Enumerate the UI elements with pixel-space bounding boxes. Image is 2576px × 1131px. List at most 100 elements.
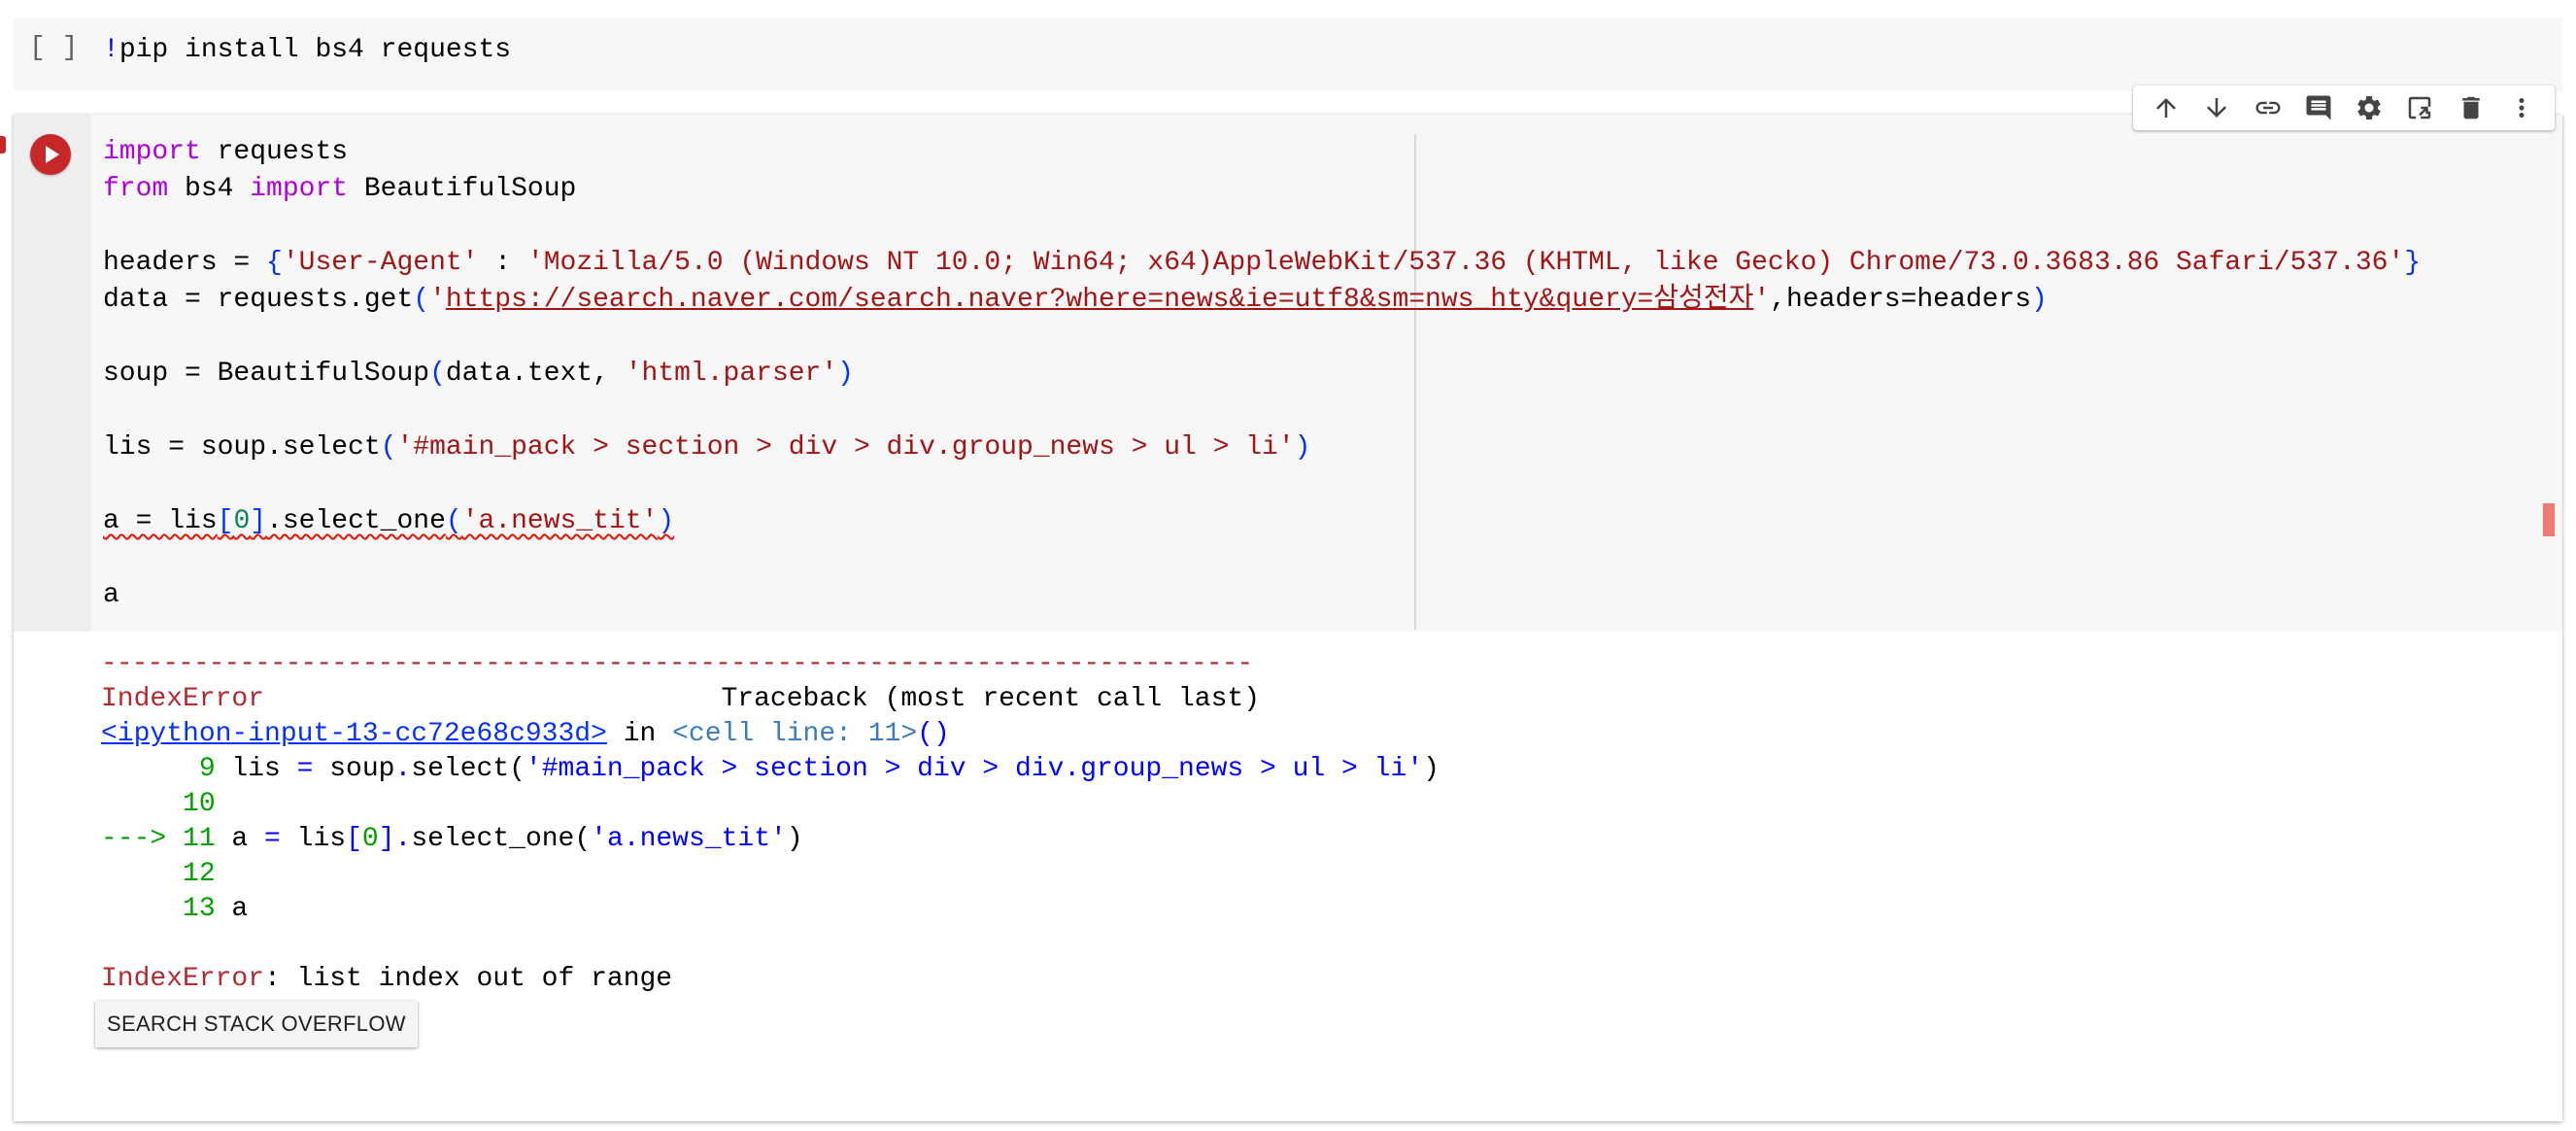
more-actions-button[interactable] (2502, 88, 2541, 127)
brace: { (266, 248, 283, 278)
tb-code: lis (215, 754, 297, 784)
cell-1-code[interactable]: !pip install bs4 requests (103, 35, 511, 65)
play-icon (46, 146, 59, 163)
line-number: 13 (101, 894, 216, 924)
string: 'User-Agent' (282, 248, 479, 278)
delete-cell-button[interactable] (2452, 88, 2491, 127)
tb-code: a (215, 894, 249, 924)
cell-prompt[interactable]: [ ] (29, 33, 78, 63)
error-flag (0, 136, 6, 154)
tb-code: lis (280, 824, 347, 854)
code-line-1: import requests (103, 134, 2421, 171)
keyword: from (103, 174, 169, 204)
more-vert-icon (2519, 98, 2525, 118)
error-arrow: ---> 11 (101, 824, 216, 854)
mirror-icon (2409, 96, 2431, 120)
traceback-location: <ipython-input-13-cc72e68c933d> in <cell… (101, 717, 1440, 752)
error-message: IndexError: list index out of range (101, 962, 1440, 997)
traceback-title: Traceback (most recent call last) (264, 684, 1261, 714)
move-down-button[interactable] (2197, 88, 2236, 127)
add-comment-button[interactable] (2299, 88, 2338, 127)
ipython-input-link[interactable]: <ipython-input-13-cc72e68c933d> (101, 719, 607, 749)
url-string[interactable]: https://search.naver.com/search.naver?wh… (446, 285, 1753, 315)
tb-code: ) (1423, 754, 1440, 784)
code-text: BeautifulSoup (348, 174, 577, 204)
run-cell-button[interactable] (30, 134, 71, 175)
paren: ) (658, 506, 675, 536)
cell-gutter (14, 115, 91, 632)
traceback-blank (101, 927, 1440, 962)
bracket: ] (250, 506, 267, 536)
paren: ) (837, 359, 854, 389)
paren: ( (429, 359, 446, 389)
search-stack-overflow-button[interactable]: SEARCH STACK OVERFLOW (95, 1001, 418, 1047)
bracket: [ (217, 506, 234, 536)
tb-number: 0 (361, 824, 379, 854)
code-text: data.text, (445, 359, 626, 389)
cell-output: ----------------------------------------… (101, 647, 1440, 997)
code-text: bs4 (168, 174, 251, 204)
code-text: lis = soup.select (103, 432, 381, 463)
tb-code: soup (313, 754, 395, 784)
brace: } (2404, 248, 2422, 278)
code-line-2: from bs4 import BeautifulSoup (103, 171, 2421, 208)
number: 0 (233, 506, 251, 536)
traceback-header: IndexError Traceback (most recent call l… (101, 682, 1440, 717)
traceback-line-12: 12 (101, 857, 1440, 892)
error-underlined-code: a = lis[0].select_one('a.news_tit') (103, 506, 674, 536)
tb-operator: = (264, 824, 281, 854)
line-number: 9 (101, 754, 216, 784)
link-icon (2255, 101, 2281, 115)
tb-code: select( (411, 754, 525, 784)
tb-string: 'a.news_tit' (591, 824, 787, 854)
code-text: a (103, 580, 119, 610)
tb-operator: . (394, 754, 412, 784)
arrow-up-icon (2156, 98, 2177, 118)
code-text: .select_one (266, 506, 446, 536)
keyword: import (250, 174, 349, 204)
pip-command: pip install bs4 requests (119, 35, 512, 65)
arrow-down-icon (2207, 98, 2227, 118)
comment-icon (2306, 95, 2331, 120)
string: 'a.news_tit' (461, 506, 659, 536)
move-up-button[interactable] (2147, 88, 2186, 127)
trash-icon (2461, 96, 2480, 120)
paren: ) (2031, 285, 2048, 315)
code-text: soup = BeautifulSoup (103, 359, 430, 389)
code-line-5: data = requests.get('https://search.nave… (103, 282, 2421, 319)
code-editor[interactable]: import requests from bs4 import Beautifu… (103, 134, 2421, 614)
code-text: a = lis (103, 506, 218, 536)
code-text: ,headers=headers (1770, 285, 2031, 315)
cell-line-ref: <cell line: 11> (672, 719, 918, 749)
code-cell-1[interactable]: [ ] !pip install bs4 requests (14, 17, 2562, 91)
mirror-cell-button[interactable] (2400, 88, 2439, 127)
code-cell-2[interactable]: import requests from bs4 import Beautifu… (0, 115, 2562, 1121)
error-scroll-marker (2543, 503, 2555, 536)
traceback-separator: ----------------------------------------… (101, 649, 1253, 679)
tb-code: a (215, 824, 265, 854)
traceback-line-10: 10 (101, 787, 1440, 822)
error-name: IndexError (101, 964, 265, 994)
string: '#main_pack > section > div > div.group_… (396, 432, 1295, 463)
keyword: import (103, 137, 201, 167)
traceback-line-13: 13 a (101, 892, 1440, 927)
code-text: : (478, 248, 527, 278)
error-text: : list index out of range (264, 964, 673, 994)
cell-toolbar (2133, 86, 2555, 130)
string-quote: ' (429, 285, 446, 315)
cell-settings-button[interactable] (2350, 88, 2389, 127)
copy-link-button[interactable] (2249, 88, 2288, 127)
code-text: data = requests.get (103, 285, 414, 315)
code-line-4: headers = {'User-Agent' : 'Mozilla/5.0 (… (103, 245, 2421, 282)
tb-operator: [ (346, 824, 362, 854)
tb-operator: = (296, 754, 314, 784)
traceback-line-9: 9 lis = soup.select('#main_pack > sectio… (101, 752, 1440, 787)
bang: ! (103, 35, 119, 65)
code-line-9: lis = soup.select('#main_pack > section … (103, 429, 2421, 466)
paren: ) (1294, 432, 1311, 463)
line-number: 10 (101, 789, 216, 819)
error-name: IndexError (101, 684, 265, 714)
string-quote: ' (1753, 285, 1771, 315)
paren: ( (445, 506, 462, 536)
